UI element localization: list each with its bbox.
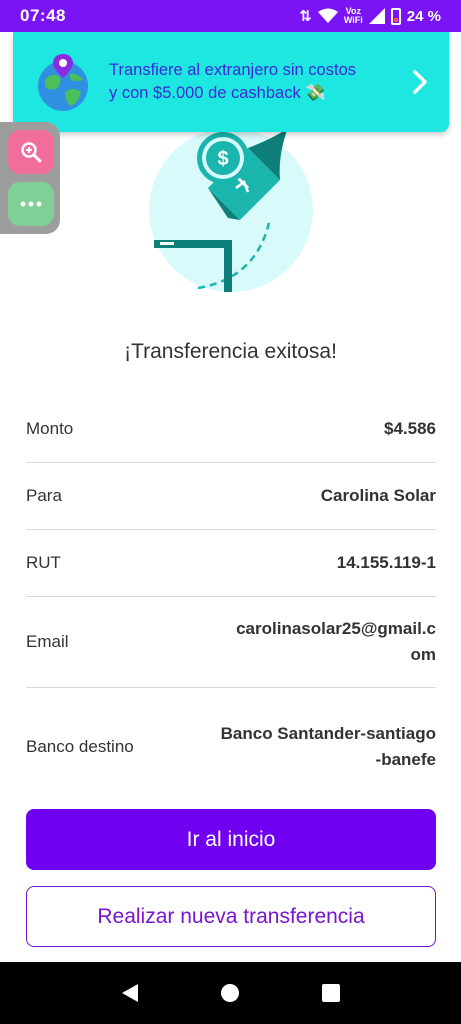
globe-pin-icon [38,54,88,111]
detail-label: Monto [26,419,74,438]
zoom-in-button[interactable] [8,130,54,174]
more-dots-icon [20,201,42,207]
svg-text:$: $ [217,148,228,170]
floating-tool-panel [0,122,60,234]
status-bar: 07:48 ⇅ Voz WiFi 24 % [0,0,461,32]
detail-label: Banco destino [26,737,134,756]
data-arrows-icon: ⇅ [299,8,312,25]
status-time: 07:48 [20,6,66,25]
detail-row-rut: RUT 14.155.119-1 [26,530,436,597]
home-icon[interactable] [220,983,240,1003]
page-title: ¡Transferencia exitosa! [124,340,337,363]
status-icons: ⇅ Voz WiFi 24 % [299,6,441,26]
detail-label: Email [26,632,69,651]
wifi-icon [317,8,338,23]
rocket-success-illustration: $ [149,128,313,292]
go-home-button[interactable]: Ir al inicio [26,809,436,870]
detail-value: Carolina Solar [320,486,436,505]
detail-value: 14.155.119-1 [336,553,436,572]
voz-wifi-label: Voz WiFi [343,6,363,25]
detail-row-banco: Banco destino Banco Santander-santiago-b… [26,688,436,806]
detail-row-para: Para Carolina Solar [26,463,436,530]
detail-value: carolinasolar25@gmail.com [236,619,436,664]
recents-icon[interactable] [321,983,341,1003]
promo-banner[interactable]: Transfiere al extranjero sin costos y co… [13,32,449,132]
detail-label: Para [26,486,62,505]
zoom-in-icon [21,142,42,163]
promo-line-1: Transfiere al extranjero sin costos [109,61,356,79]
promo-text: Transfiere al extranjero sin costos y co… [109,59,399,105]
promo-line-2: y con $5.000 de cashback 💸 [109,84,326,102]
more-button[interactable] [8,182,54,226]
new-transfer-button[interactable]: Realizar nueva transferencia [26,886,436,947]
detail-row-monto: Monto $4.586 [26,396,436,463]
battery-percent: 24 % [406,7,441,25]
detail-label: RUT [26,553,61,572]
transfer-details: Monto $4.586 Para Carolina Solar RUT 14.… [26,396,436,806]
detail-value: Banco Santander-santiago-banefe [220,724,436,769]
signal-icon [368,8,385,24]
detail-value: $4.586 [384,419,436,438]
back-icon[interactable] [120,983,140,1003]
system-nav-bar [0,962,461,1024]
chevron-right-icon[interactable] [413,70,427,94]
detail-row-email: Email carolinasolar25@gmail.com [26,597,436,688]
battery-icon [390,7,401,25]
